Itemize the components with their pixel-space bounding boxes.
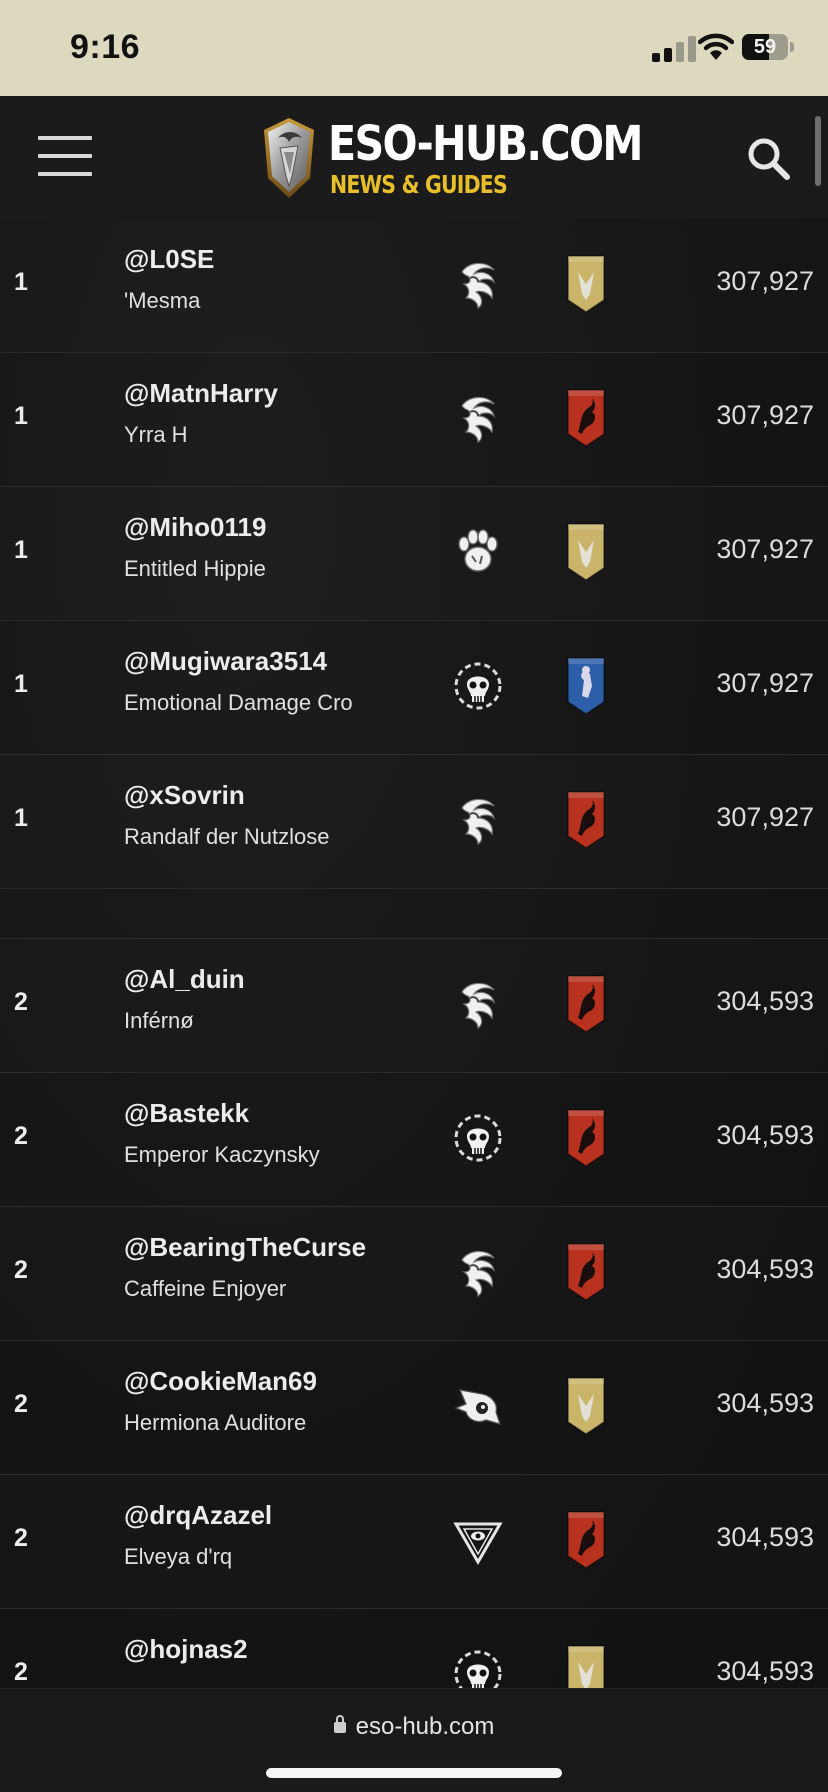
lock-icon: [333, 1715, 346, 1733]
character-name: Yrra H: [124, 422, 188, 447]
scrollbar[interactable]: [815, 116, 821, 186]
leaderboard-row[interactable]: 2 @Bastekk Emperor Kaczynsky 304,593: [0, 1072, 828, 1207]
necromancer-icon: [452, 1648, 504, 1688]
account-name[interactable]: @hojnas2: [124, 1634, 248, 1665]
rank: 2: [14, 1390, 28, 1418]
sorcerer-icon: [452, 392, 504, 444]
account-name[interactable]: @drqAzazel: [124, 1500, 272, 1531]
score: 304,593: [716, 1120, 814, 1150]
score: 307,927: [716, 668, 814, 698]
score: 304,593: [716, 986, 814, 1016]
phone-screen: 9:16 59 ESO-HUB.COM NEWS & GUIDES 1 @L0S…: [0, 0, 828, 1792]
account-name[interactable]: @Mugiwara3514: [124, 646, 327, 677]
rank: 1: [14, 268, 28, 296]
score: 307,927: [716, 534, 814, 564]
leaderboard-row[interactable]: 2 @hojnas2 304,593: [0, 1608, 828, 1688]
leaderboard-row[interactable]: 2 @BearingTheCurse Caffeine Enjoyer 304,593: [0, 1206, 828, 1341]
score: 304,593: [716, 1522, 814, 1552]
ebonheart-pact-banner-icon: [566, 1242, 606, 1302]
rank: 2: [14, 1658, 28, 1686]
rank: 2: [14, 1524, 28, 1552]
character-name: 'Mesma: [124, 288, 201, 313]
score: 304,593: [716, 1388, 814, 1418]
url-display[interactable]: eso-hub.com: [0, 1713, 828, 1741]
leaderboard-row[interactable]: 1 @Mugiwara3514 Emotional Damage Cro 307,92…: [0, 620, 828, 755]
logo-subtitle: NEWS & GUIDES: [330, 170, 508, 199]
character-name: Emperor Kaczynsky: [124, 1142, 320, 1167]
score: 307,927: [716, 266, 814, 296]
aldmeri-dominion-banner-icon: [566, 254, 606, 314]
character-name: Elveya d'rq: [124, 1544, 233, 1569]
account-name[interactable]: @CookieMan69: [124, 1366, 317, 1397]
character-name: Randalf der Nutzlose: [124, 824, 330, 849]
character-name: Entitled Hippie: [124, 556, 266, 581]
wifi-icon: [698, 33, 734, 60]
home-indicator[interactable]: [266, 1768, 562, 1778]
leaderboard-row[interactable]: 1 @xSovrin Randalf der Nutzlose 307,927: [0, 754, 828, 889]
url-text: eso-hub.com: [355, 1713, 495, 1740]
rank: 2: [14, 1256, 28, 1284]
character-name: Hermiona Auditore: [124, 1410, 307, 1435]
account-name[interactable]: @L0SE: [124, 244, 214, 275]
sorcerer-icon: [452, 978, 504, 1030]
battery-icon: 59: [742, 34, 788, 60]
nightblade-icon: [452, 1380, 504, 1432]
daggerfall-covenant-banner-icon: [566, 656, 606, 716]
cellular-signal-icon: [652, 34, 704, 62]
aldmeri-dominion-banner-icon: [566, 522, 606, 582]
battery-tip: [790, 42, 794, 52]
ebonheart-pact-banner-icon: [566, 388, 606, 448]
hamburger-icon[interactable]: [38, 134, 94, 180]
necromancer-icon: [452, 1112, 504, 1164]
leaderboard-row[interactable]: 1 @MatnHarry Yrra H 307,927: [0, 352, 828, 487]
leaderboard-row[interactable]: 2 @CookieMan69 Hermiona Auditore 304,593: [0, 1340, 828, 1475]
account-name[interactable]: @Al_duin: [124, 964, 245, 995]
logo-title: ESO-HUB.COM: [328, 116, 643, 172]
ebonheart-pact-banner-icon: [566, 1108, 606, 1168]
status-time: 9:16: [70, 28, 141, 66]
leaderboard-row[interactable]: 1 @Miho0119 Entitled Hippie 307,927: [0, 486, 828, 621]
rank: 1: [14, 804, 28, 832]
character-name: Inférnø: [124, 1008, 194, 1033]
score: 307,927: [716, 802, 814, 832]
sorcerer-icon: [452, 794, 504, 846]
rank: 1: [14, 536, 28, 564]
sorcerer-icon: [452, 1246, 504, 1298]
account-name[interactable]: @Miho0119: [124, 512, 266, 543]
status-bar: 9:16 59: [0, 0, 828, 96]
rank: 2: [14, 988, 28, 1016]
ebonheart-pact-banner-icon: [566, 1510, 606, 1570]
search-icon[interactable]: [744, 134, 792, 182]
eso-emblem-icon: [264, 118, 314, 198]
rank: 1: [14, 402, 28, 430]
aldmeri-dominion-banner-icon: [566, 1644, 606, 1688]
score: 304,593: [716, 1656, 814, 1686]
rank-group-separator: [0, 888, 828, 939]
rank: 2: [14, 1122, 28, 1150]
account-name[interactable]: @Bastekk: [124, 1098, 249, 1129]
account-name[interactable]: @MatnHarry: [124, 378, 278, 409]
character-name: Caffeine Enjoyer: [124, 1276, 287, 1301]
necromancer-icon: [452, 660, 504, 712]
leaderboard-row[interactable]: 2 @drqAzazel Elveya d'rq 304,593: [0, 1474, 828, 1609]
site-header: ESO-HUB.COM NEWS & GUIDES: [0, 96, 828, 219]
arcanist-icon: [452, 1514, 504, 1566]
leaderboard-row[interactable]: 1 @L0SE 'Mesma 307,927: [0, 218, 828, 353]
aldmeri-dominion-banner-icon: [566, 1376, 606, 1436]
character-name: Emotional Damage Cro: [124, 690, 353, 715]
battery-percent: 59: [753, 36, 777, 58]
ebonheart-pact-banner-icon: [566, 790, 606, 850]
score: 304,593: [716, 1254, 814, 1284]
ebonheart-pact-banner-icon: [566, 974, 606, 1034]
site-logo[interactable]: ESO-HUB.COM NEWS & GUIDES: [258, 114, 643, 204]
score: 307,927: [716, 400, 814, 430]
account-name[interactable]: @BearingTheCurse: [124, 1232, 366, 1263]
sorcerer-icon: [452, 258, 504, 310]
rank: 1: [14, 670, 28, 698]
account-name[interactable]: @xSovrin: [124, 780, 245, 811]
leaderboard-list: 1 @L0SE 'Mesma 307,927 1 @MatnHarry Yrra H 307,…: [0, 218, 828, 1688]
leaderboard-row[interactable]: 2 @Al_duin Inférnø 304,593: [0, 938, 828, 1073]
warden-icon: [452, 526, 504, 578]
